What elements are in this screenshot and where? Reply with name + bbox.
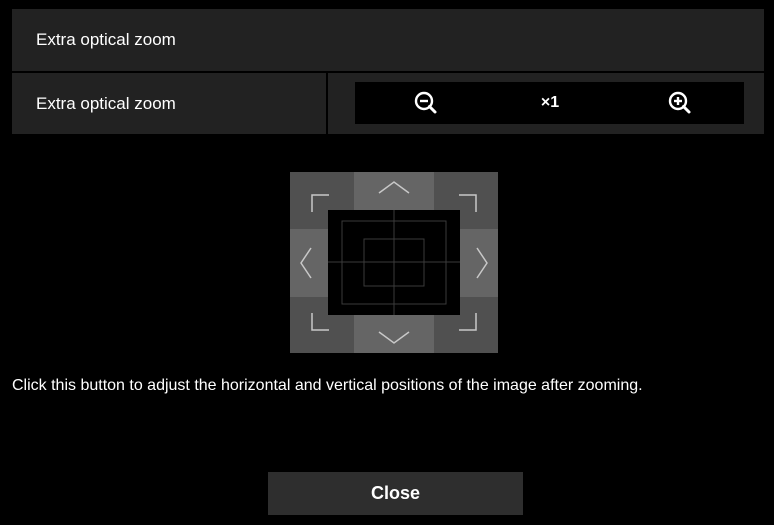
zoom-label: Extra optical zoom [36, 93, 176, 113]
help-text: Click this button to adjust the horizont… [12, 377, 643, 394]
move-right-button[interactable] [460, 229, 498, 297]
move-up-button[interactable] [354, 172, 434, 210]
zoom-value: ×1 [540, 94, 560, 111]
position-pad [290, 172, 498, 353]
zoom-label-cell: Extra optical zoom [12, 73, 326, 134]
panel-title-text: Extra optical zoom [36, 30, 176, 49]
panel-title: Extra optical zoom [12, 9, 764, 71]
zoom-control-strip: ×1 [355, 82, 744, 124]
move-left-button[interactable] [290, 229, 328, 297]
close-button[interactable]: Close [268, 472, 523, 515]
magnifier-plus-icon [668, 91, 691, 114]
position-preview [328, 210, 460, 315]
zoom-out-button[interactable] [411, 88, 441, 118]
move-down-button[interactable] [354, 315, 434, 353]
chevron-up-icon [378, 181, 410, 194]
position-preview-grid [328, 210, 460, 315]
magnifier-minus-icon [414, 91, 437, 114]
zoom-control-cell: ×1 [328, 73, 764, 134]
zoom-in-button[interactable] [665, 88, 695, 118]
chevron-down-icon [378, 331, 410, 344]
zoom-row: Extra optical zoom ×1 [12, 73, 764, 134]
chevron-left-icon [300, 247, 312, 279]
chevron-right-icon [476, 247, 488, 279]
